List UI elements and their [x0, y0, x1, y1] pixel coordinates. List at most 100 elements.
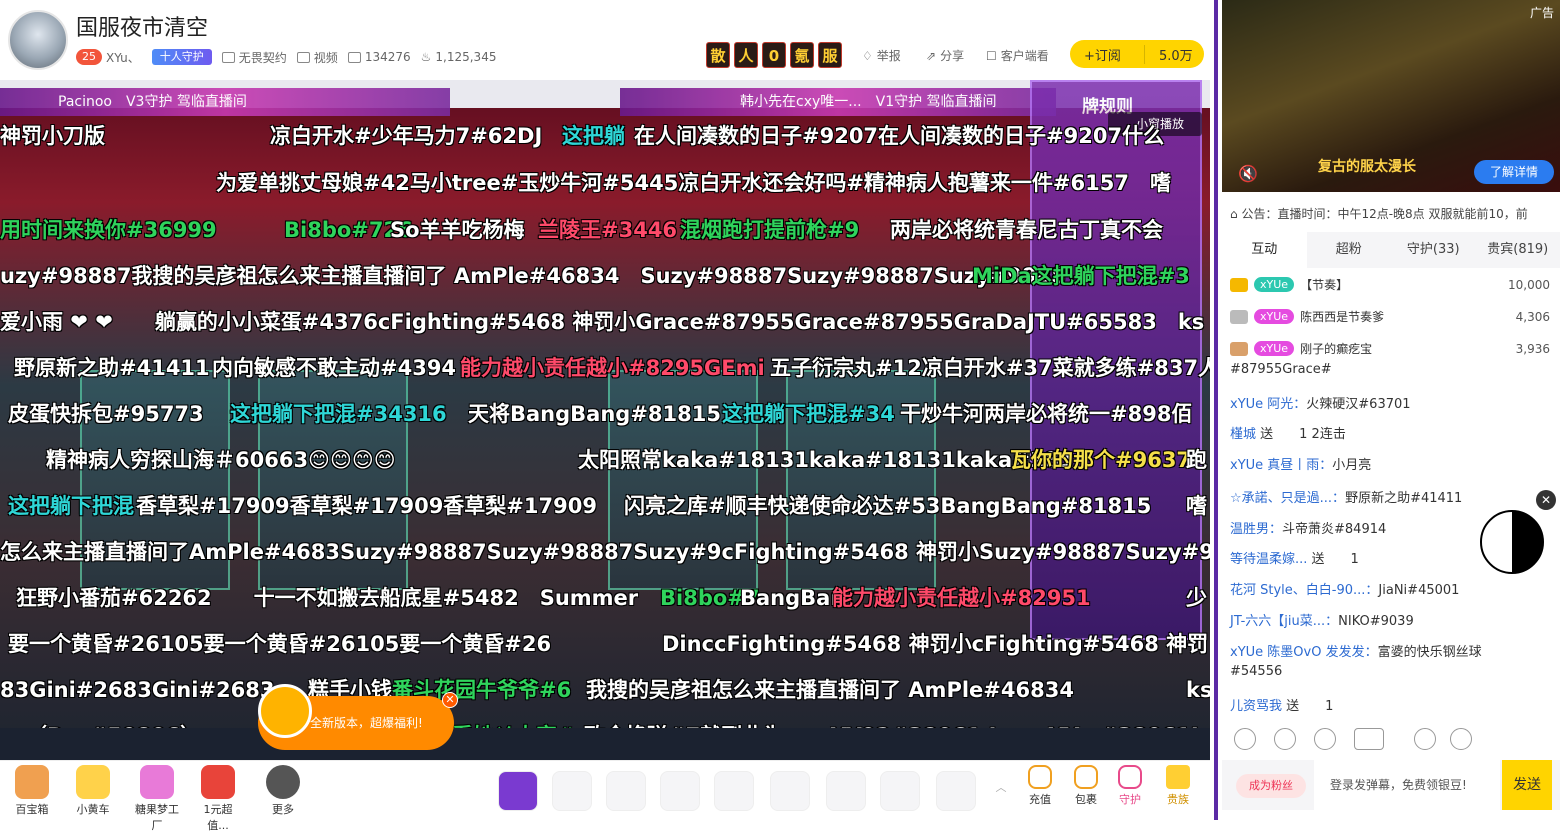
- settings-icon[interactable]: [1450, 728, 1472, 750]
- megaphone-icon: ⌂: [1230, 207, 1241, 221]
- visitor-count: 134276: [348, 50, 411, 64]
- emoji-alt-icon[interactable]: [1414, 728, 1436, 750]
- danmaku-comment: uzy#98887我搜的吴彦祖怎么来主播直播间了 AmPle#46834 Suz…: [0, 264, 1066, 288]
- stream-taskbar: [0, 728, 1210, 760]
- share-icon: ⇗: [926, 49, 936, 63]
- announcement: ⌂ 公告：直播时间：中午12点-晚8点 双服就能前10，前: [1230, 205, 1550, 222]
- ad-more-button[interactable]: 了解详情: [1474, 160, 1554, 184]
- chat-message: #87955Grace#: [1230, 362, 1332, 377]
- promo-bubble[interactable]: 全新版本，超爆福利! ✕: [258, 696, 454, 750]
- chat-input-row: 成为粉丝 登录发弹幕，免费领银豆! 发送: [1222, 760, 1560, 810]
- guard-button[interactable]: 守护: [1106, 765, 1154, 807]
- subscribe-button[interactable]: +订阅5.0万: [1070, 40, 1204, 68]
- danmaku-comment: 五子衍宗丸#12凉白开水#37菜就多练#837人: [770, 356, 1210, 380]
- candy-factory-button[interactable]: 糖果梦工厂: [132, 765, 182, 833]
- danmaku-comment: 为爱单挑丈母娘#42马小tree#玉炒牛河#5445凉白开水还会好吗#精神病人抱…: [216, 171, 1171, 195]
- guard-tag[interactable]: 十人守护: [152, 49, 212, 65]
- plugin-icon[interactable]: [1354, 728, 1384, 750]
- chat-message: #54556: [1230, 664, 1282, 679]
- close-icon[interactable]: ✕: [1536, 490, 1556, 510]
- gift-moon[interactable]: [552, 771, 592, 811]
- server-tag-char: 0: [762, 42, 786, 68]
- streamer-level: 25XYu、十人守护: [76, 49, 212, 66]
- yinyang-float-icon[interactable]: [1480, 510, 1544, 574]
- rank-row[interactable]: xYUe陈西西是节奏爹4,306: [1230, 308, 1550, 325]
- yellow-cart-button[interactable]: 小黄车: [68, 765, 118, 817]
- danmaku-comment: 干炒牛河两岸必将统一#898佰: [900, 402, 1192, 426]
- danmaku-comment: DinccFighting#5468 神罚小cFighting#5468 神罚: [662, 632, 1208, 656]
- candy-icon: [140, 765, 174, 799]
- rank-row[interactable]: xYUe【节奏】10,000: [1230, 276, 1550, 293]
- bottom-bar: 百宝箱 小黄车 糖果梦工厂 1元超值... 更多 ︿ 充值 包裹 守护 贵族: [0, 760, 1210, 820]
- gift-mail[interactable]: [606, 771, 646, 811]
- tab-superfans[interactable]: 超粉: [1307, 232, 1392, 268]
- package-icon: [1074, 765, 1098, 789]
- stalk-icon[interactable]: [1274, 728, 1296, 750]
- gift-pack-icon: [201, 765, 235, 799]
- video-player[interactable]: Pacinoo V3守护 驾临直播间 韩小先在cxy唯一... V1守护 驾临直…: [0, 80, 1210, 760]
- chat-message: xYUe 真昼丨雨：小月亮: [1230, 454, 1371, 473]
- gift-message: 槿城 送 1 2连击: [1230, 423, 1346, 442]
- crown-icon: [1230, 278, 1248, 292]
- ad-slogan: 复古的服太漫长: [1318, 156, 1416, 176]
- mute-icon[interactable]: 🔇: [1238, 164, 1258, 183]
- gift-bag[interactable]: [714, 771, 754, 811]
- danmaku-comment: 怎么来主播直播间了AmPle#4683Suzy#98887Suzy#98887S…: [0, 540, 1210, 564]
- treasure-icon: [15, 765, 49, 799]
- paw-icon[interactable]: [1314, 728, 1336, 750]
- visitor-icon: [348, 52, 361, 63]
- chevron-up-icon[interactable]: ︿: [988, 779, 1014, 795]
- become-fan-button[interactable]: 成为粉丝: [1236, 774, 1306, 798]
- subscriber-count: 5.0万: [1144, 45, 1193, 64]
- gift-dragon[interactable]: [770, 771, 810, 811]
- report-button[interactable]: ♢举报: [862, 47, 901, 64]
- tab-vip[interactable]: 贵宾(819): [1476, 232, 1560, 268]
- package-button[interactable]: 包裹: [1062, 765, 1110, 807]
- subscribe-label: +订阅: [1070, 45, 1144, 64]
- danmaku-comment: 要一个黄昏#26105要一个黄昏#26105要一个黄昏#26: [8, 632, 551, 656]
- rank-row[interactable]: xYUe刚子的癫疙宝3,936: [1230, 340, 1550, 357]
- one-yuan-button[interactable]: 1元超值...: [193, 765, 243, 833]
- danmaku-comment: 凉白开水#少年马力7#62DJ: [270, 124, 542, 148]
- grid-icon: [266, 765, 300, 799]
- server-tag-char: 人: [734, 42, 758, 68]
- danmaku-comment: 在人间凑数的日子#9207在人间凑数的日子#9207什么: [634, 124, 1164, 148]
- send-button[interactable]: 发送: [1502, 760, 1552, 810]
- danmaku-comment: 爱小雨 ❤ ❤ 躺赢的小小菜蛋#4376cFighting#5468 神罚小Gr…: [0, 310, 1204, 334]
- danmaku-comment: 这把躺: [562, 124, 625, 148]
- danmaku-comment: 皮蛋快拆包#95773: [8, 402, 204, 426]
- game-category[interactable]: 无畏契约: [222, 49, 287, 66]
- noble-button[interactable]: 贵族: [1154, 765, 1202, 807]
- client-button[interactable]: ☐客户端看: [986, 47, 1049, 64]
- danmaku-comment: 天将BangBang#81815: [468, 402, 721, 426]
- video-link[interactable]: 视频: [297, 49, 338, 66]
- close-icon[interactable]: ✕: [442, 692, 458, 708]
- danmaku-comment: 野原新之助#41411: [14, 356, 210, 380]
- danmaku-comment: MiDa这把躺下把混#3: [972, 264, 1190, 288]
- danmaku-comment: So羊羊吃杨梅: [390, 218, 525, 242]
- more-button[interactable]: 更多: [258, 765, 308, 817]
- chat-input[interactable]: 登录发弹幕，免费领银豆!: [1314, 760, 1500, 810]
- gift-wings[interactable]: [826, 771, 866, 811]
- streamer-avatar[interactable]: [8, 10, 68, 70]
- danmaku-comment: 我搜的吴彦祖怎么来主播直播间了 AmPle#46834: [586, 678, 1074, 702]
- share-button[interactable]: ⇗分享: [926, 47, 964, 64]
- guard-enter-banner-left: Pacinoo V3守护 驾临直播间: [0, 88, 450, 116]
- treasure-box-button[interactable]: 百宝箱: [7, 765, 57, 817]
- ad-banner[interactable]: 广告 🔇 复古的服太漫长 了解详情: [1222, 0, 1560, 192]
- crown-icon: [1230, 342, 1248, 356]
- gift-ship[interactable]: [936, 771, 976, 811]
- emoji-icon[interactable]: [1234, 728, 1256, 750]
- gift-week-star[interactable]: [498, 771, 538, 811]
- heart-icon: [1118, 765, 1142, 789]
- gift-crystal[interactable]: [660, 771, 700, 811]
- danmaku-comment: 瓦你的那个#9637: [1010, 448, 1191, 472]
- chat-tabs: 互动 超粉 守护(33) 贵宾(819): [1222, 232, 1560, 268]
- danmaku-comment: BangBan: [740, 586, 845, 610]
- recharge-button[interactable]: 充值: [1016, 765, 1064, 807]
- tab-interact[interactable]: 互动: [1222, 232, 1307, 268]
- danmaku-comment: 精神病人穷探山海＃60663😊😊😊😊: [46, 448, 396, 472]
- gift-plane[interactable]: [880, 771, 920, 811]
- mascot-icon: [258, 684, 312, 738]
- tab-guard[interactable]: 守护(33): [1391, 232, 1476, 268]
